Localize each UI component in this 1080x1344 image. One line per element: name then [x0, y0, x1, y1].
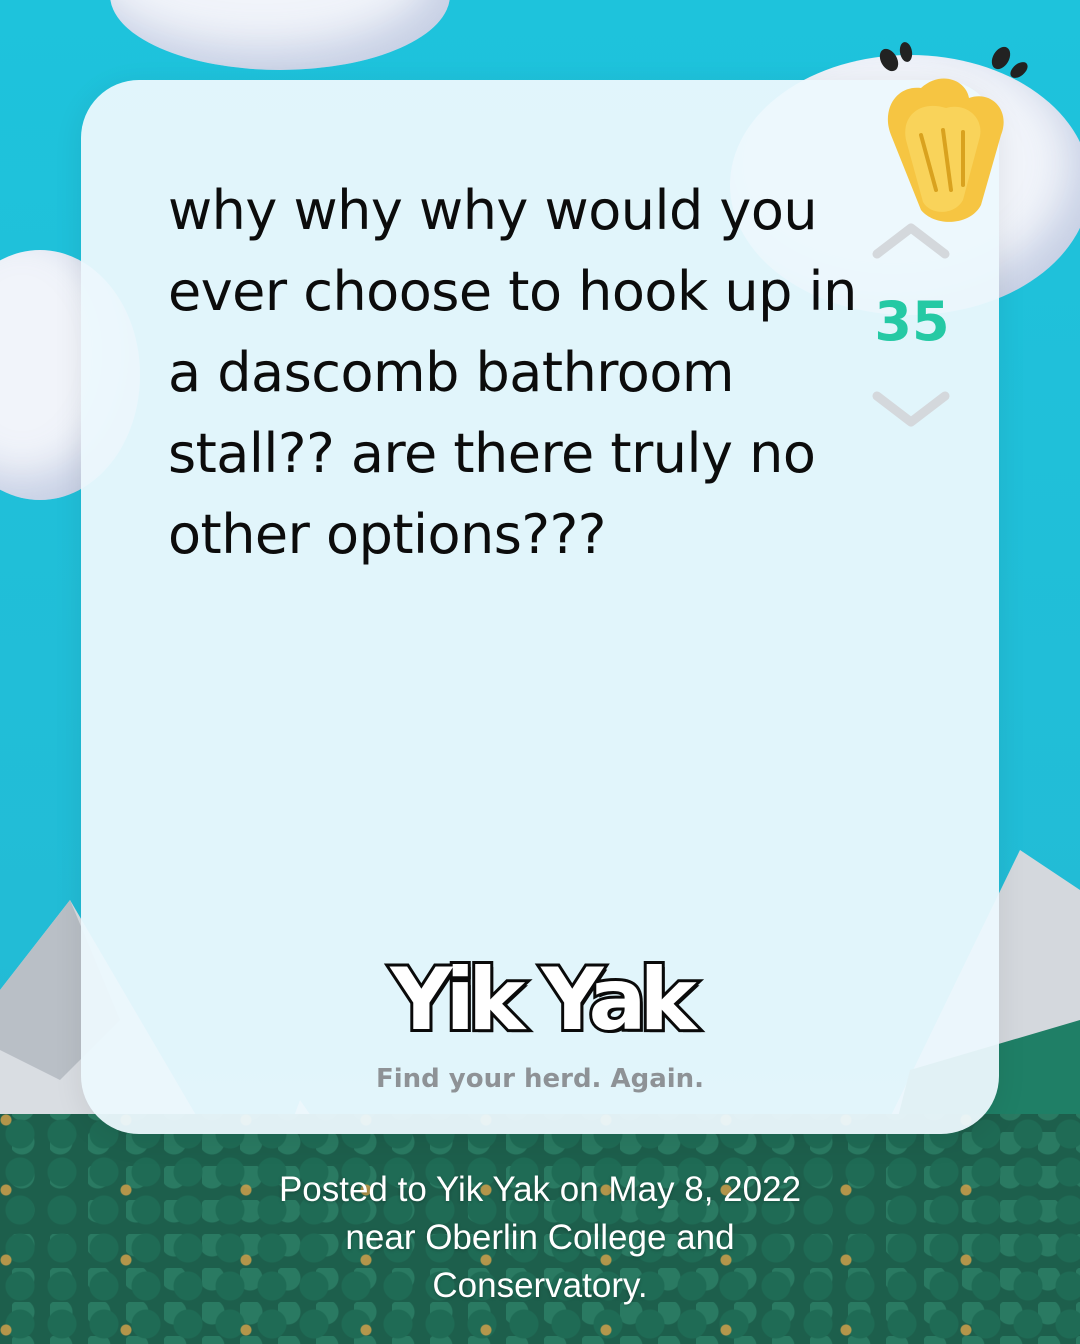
post-text: why why why would you ever choose to hoo… — [168, 179, 857, 566]
tagline: Find your herd. Again. — [375, 1064, 705, 1094]
vote-count: 35 — [874, 290, 950, 353]
chevron-down-icon[interactable] — [871, 390, 951, 430]
vote-controls: 35 — [861, 220, 971, 440]
post-card: why why why would you ever choose to hoo… — [81, 42, 1028, 1134]
post-caption: Posted to Yik Yak on May 8, 2022 near Ob… — [278, 1170, 802, 1305]
clapping-hands-icon — [879, 42, 1028, 222]
chevron-up-icon[interactable] — [871, 220, 951, 260]
yik-yak-logo: Yik Yak — [387, 947, 699, 1053]
logo-container: Yik Yak — [81, 947, 999, 1053]
